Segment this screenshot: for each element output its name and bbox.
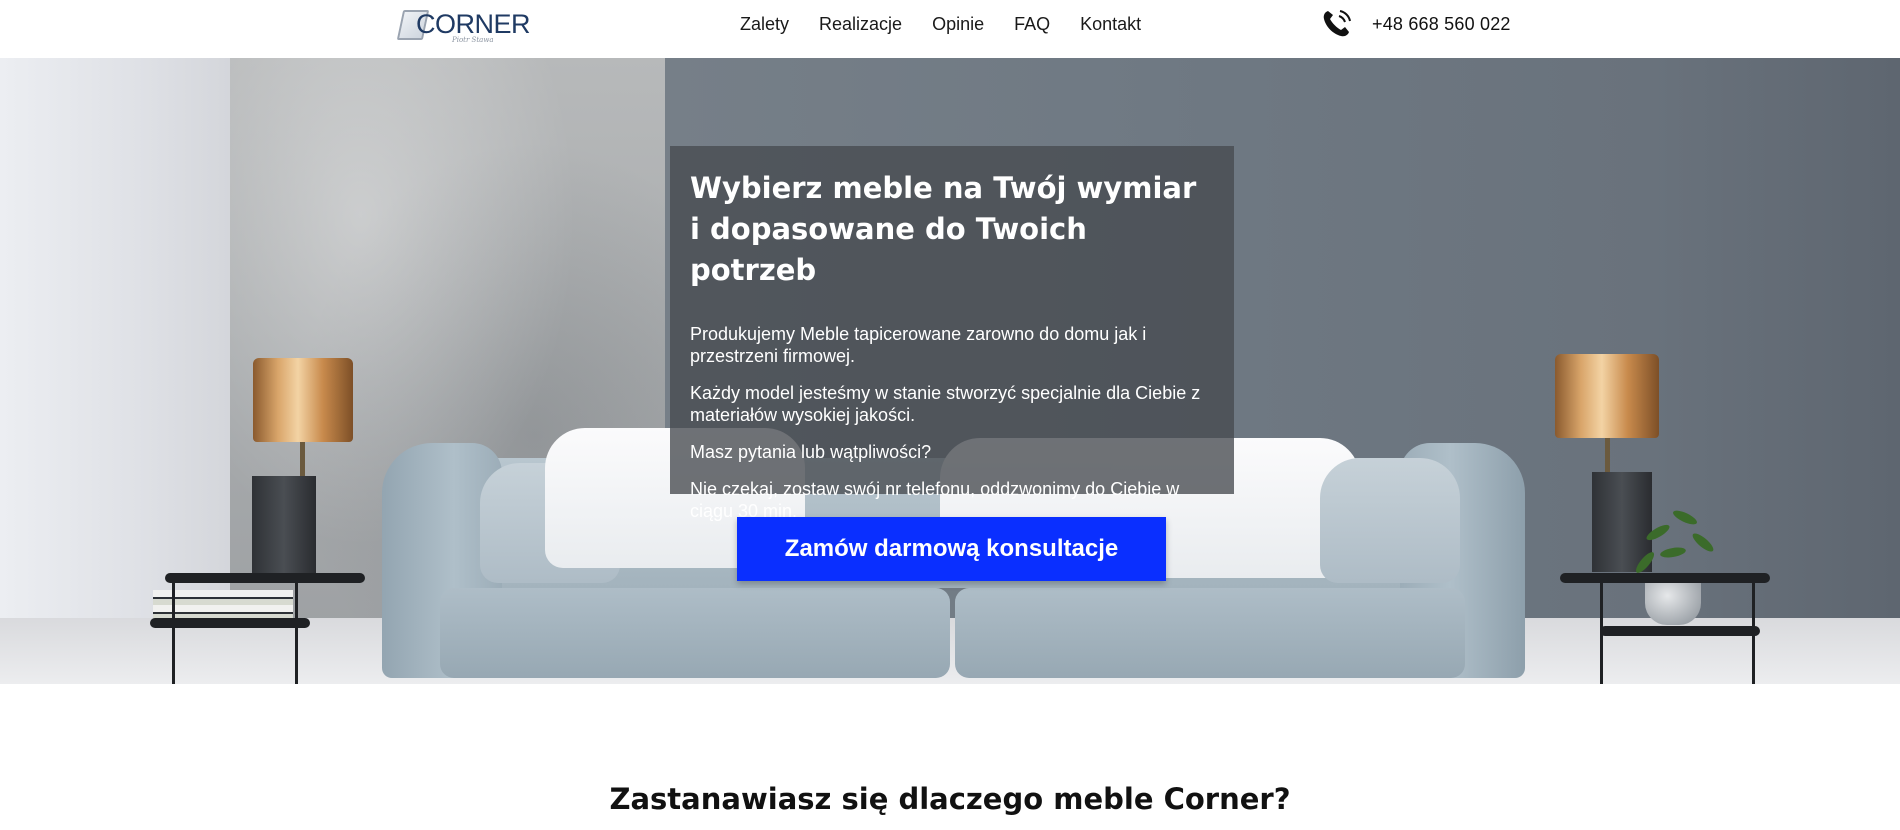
hero-info-card: Wybierz meble na Twój wymiar i dopasowan… bbox=[670, 146, 1234, 521]
lamp-stem-left bbox=[300, 442, 305, 476]
hero-title: Wybierz meble na Twój wymiar i dopasowan… bbox=[690, 171, 1197, 287]
side-table-left-leg bbox=[295, 578, 298, 684]
site-header: CORNER Piotr Stawa Zalety Realizacje Opi… bbox=[0, 0, 1900, 58]
side-table-left-leg bbox=[172, 578, 175, 684]
side-table-right-leg bbox=[1752, 578, 1755, 684]
side-table-right-top bbox=[1560, 573, 1770, 583]
nav-item-opinie[interactable]: Opinie bbox=[932, 14, 984, 35]
logo[interactable]: CORNER Piotr Stawa bbox=[396, 4, 531, 48]
side-table-right-leg bbox=[1600, 578, 1603, 684]
logo-subtext: Piotr Stawa bbox=[452, 36, 494, 44]
pillow-right-blue bbox=[1320, 458, 1460, 583]
hero-paragraph: Masz pytania lub wątpliwości? bbox=[690, 442, 932, 462]
plant-pot bbox=[1645, 583, 1701, 625]
free-consultation-button[interactable]: Zamów darmową konsultacje bbox=[737, 517, 1166, 581]
hero-paragraph: Produkujemy Meble tapicerowane zarowno d… bbox=[690, 324, 1147, 366]
sofa-seat-left bbox=[440, 588, 950, 678]
hero-paragraph: Każdy model jesteśmy w stanie stworzyć s… bbox=[690, 383, 1201, 425]
side-table-left-top bbox=[165, 573, 365, 583]
sofa-seat-right bbox=[955, 588, 1465, 678]
phone-link[interactable]: +48 668 560 022 bbox=[1320, 8, 1511, 40]
lamp-shade-right bbox=[1555, 354, 1659, 438]
lamp-stem-right bbox=[1605, 438, 1610, 472]
lamp-shade-left bbox=[253, 358, 353, 442]
lamp-base-left bbox=[252, 476, 316, 576]
side-table-right-shelf bbox=[1600, 626, 1760, 636]
hero-paragraph: Nie czekaj, zostaw swój nr telefonu, odd… bbox=[690, 479, 1180, 521]
nav-item-realizacje[interactable]: Realizacje bbox=[819, 14, 902, 35]
phone-number: +48 668 560 022 bbox=[1372, 13, 1511, 34]
phone-icon bbox=[1320, 7, 1354, 41]
nav-item-faq[interactable]: FAQ bbox=[1014, 14, 1050, 35]
nav-item-zalety[interactable]: Zalety bbox=[740, 14, 789, 35]
main-nav: Zalety Realizacje Opinie FAQ Kontakt bbox=[740, 0, 1171, 48]
nav-item-kontakt[interactable]: Kontakt bbox=[1080, 14, 1141, 35]
section-title: Zastanawiasz się dlaczego meble Corner? bbox=[609, 782, 1291, 816]
